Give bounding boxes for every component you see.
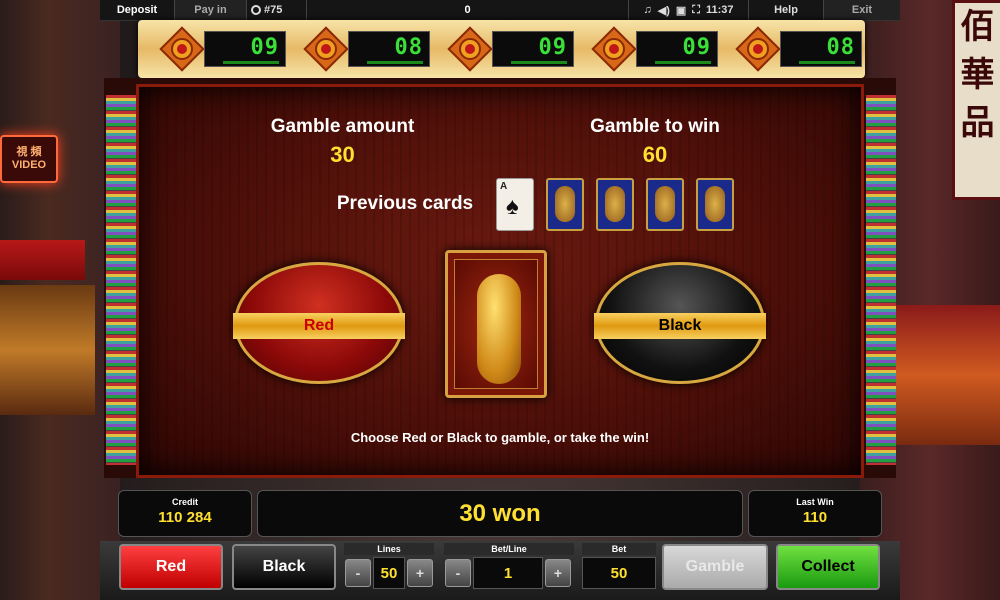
top-bar: Deposit Pay in #75 0 ♫ ◀) ▣ ⛶ 11:37 Help… — [100, 0, 900, 21]
last-win-label: Last Win — [796, 497, 834, 507]
neon-sign: 視 頻 VIDEO — [0, 135, 58, 183]
jackpot-counters: 09 08 09 09 08 — [138, 20, 865, 78]
music-icon[interactable]: ♫ — [643, 4, 651, 16]
deposit-button[interactable]: Deposit — [100, 0, 175, 20]
left-color-strip — [106, 95, 136, 465]
dragon-icon — [555, 186, 575, 222]
previous-card-back — [546, 178, 584, 231]
clock: 11:37 — [705, 4, 734, 16]
gamble-to-win-value: 60 — [642, 142, 668, 167]
pay-in-button[interactable]: Pay in — [175, 0, 247, 20]
top-center-value: 0 — [307, 0, 629, 20]
medallion-icon — [159, 26, 205, 72]
dragon-icon — [655, 186, 675, 222]
counter-2: 08 — [303, 26, 430, 72]
counter-value: 09 — [682, 34, 711, 60]
medallion-icon — [303, 26, 349, 72]
red-choice-label: Red — [233, 313, 405, 339]
win-message: 30 won — [257, 490, 743, 537]
lines-decrease-button[interactable]: - — [345, 559, 371, 587]
counter-value: 09 — [538, 34, 567, 60]
counter-value: 09 — [250, 34, 279, 60]
gamble-amount-label: Gamble amount — [270, 116, 415, 137]
credit-box: Credit 110 284 — [118, 490, 252, 537]
bet-line-increase-button[interactable]: + — [545, 559, 571, 587]
red-button[interactable]: Red — [119, 544, 223, 590]
previous-card-ace-of-spades: A ♠ — [496, 178, 534, 231]
bet-line-decrease-button[interactable]: - — [445, 559, 471, 587]
credit-label: Credit — [171, 497, 198, 507]
bet-label: Bet — [582, 543, 656, 555]
gamble-to-win-label: Gamble to win — [590, 116, 720, 137]
game-icon — [251, 5, 261, 15]
sound-icon[interactable]: ◀) — [658, 4, 670, 17]
last-win-box: Last Win 110 — [748, 490, 882, 537]
fullscreen-icon[interactable]: ⛶ — [692, 4, 700, 17]
bet-line-label: Bet/Line — [444, 543, 574, 555]
awning — [0, 240, 85, 280]
counter-5: 08 — [735, 26, 862, 72]
black-button[interactable]: Black — [232, 544, 336, 590]
counter-value: 08 — [394, 34, 423, 60]
medallion-icon — [591, 26, 637, 72]
shop-front-right — [890, 305, 1000, 445]
dragon-icon — [477, 274, 521, 384]
help-button[interactable]: Help — [749, 0, 824, 20]
last-win-value: 110 — [802, 509, 828, 526]
lines-value: 50 — [373, 557, 405, 589]
settings-icons: ♫ ◀) ▣ ⛶ 11:37 — [629, 0, 749, 20]
right-color-strip — [866, 95, 896, 465]
counter-4: 09 — [591, 26, 718, 72]
gamble-button[interactable]: Gamble — [662, 544, 768, 590]
counter-1: 09 — [159, 26, 286, 72]
previous-card-back — [646, 178, 684, 231]
dragon-icon — [605, 186, 625, 222]
card-rank: A — [500, 181, 508, 192]
counter-value: 08 — [826, 34, 855, 60]
left-building: 視 頻 VIDEO — [0, 0, 120, 600]
black-choice-label: Black — [594, 313, 766, 339]
credit-value: 110 284 — [158, 509, 212, 526]
dragon-icon — [705, 186, 725, 222]
previous-cards-label: Previous cards — [336, 193, 474, 214]
counter-3: 09 — [447, 26, 574, 72]
lines-label: Lines — [344, 543, 434, 555]
collect-button[interactable]: Collect — [776, 544, 880, 590]
previous-card-back — [596, 178, 634, 231]
game-id: #75 — [247, 0, 307, 20]
bet-value: 50 — [582, 557, 656, 589]
gamble-card — [445, 250, 547, 398]
vertical-banner: 佰華品 — [952, 0, 1000, 200]
exit-button[interactable]: Exit — [824, 0, 900, 20]
medallion-icon — [735, 26, 781, 72]
bet-line-value: 1 — [473, 557, 543, 589]
previous-card-back — [696, 178, 734, 231]
lines-increase-button[interactable]: + — [407, 559, 433, 587]
game-number: #75 — [264, 4, 283, 16]
shop-front — [0, 285, 95, 415]
black-choice-button[interactable]: Black — [594, 262, 766, 384]
gamble-hint: Choose Red or Black to gamble, or take t… — [350, 430, 650, 445]
medallion-icon — [447, 26, 493, 72]
red-choice-button[interactable]: Red — [233, 262, 405, 384]
screen-icon[interactable]: ▣ — [676, 4, 686, 17]
gamble-amount-value: 30 — [330, 142, 355, 167]
spade-icon: ♠ — [506, 193, 519, 220]
